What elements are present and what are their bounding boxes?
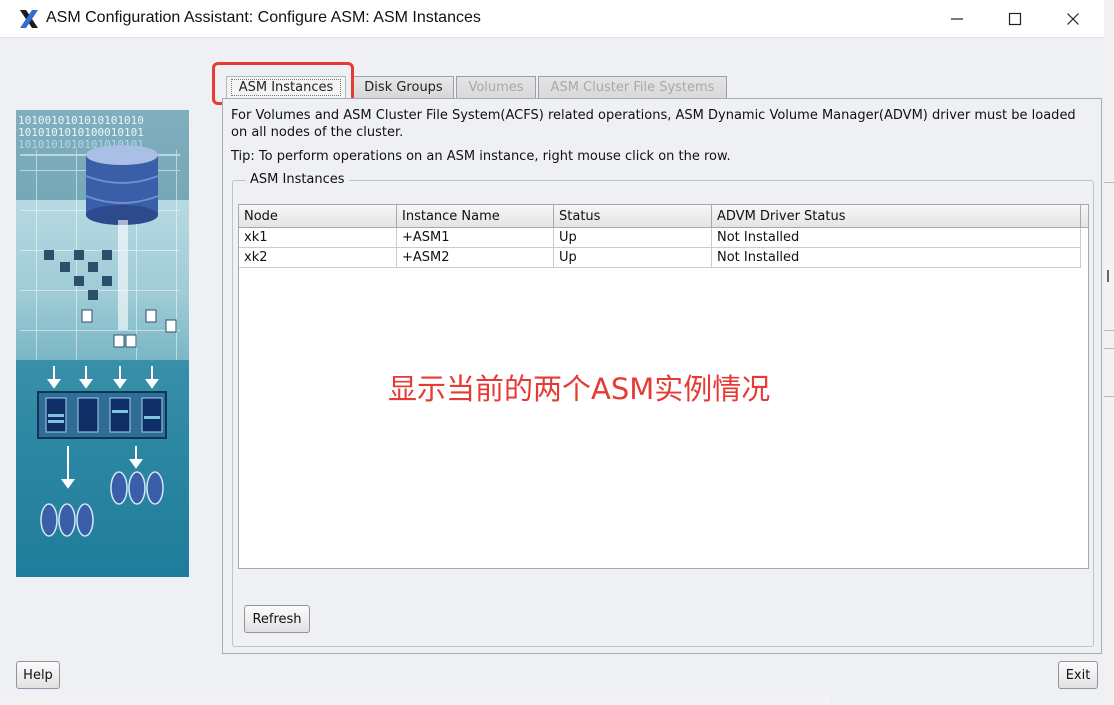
- cell-node: xk2: [239, 248, 397, 267]
- maximize-button[interactable]: [986, 0, 1044, 38]
- help-button[interactable]: Help: [16, 661, 60, 689]
- window-title: ASM Configuration Assistant: Configure A…: [46, 9, 481, 26]
- cell-instance-name: +ASM1: [397, 228, 554, 247]
- column-header-instance-name[interactable]: Instance Name: [397, 205, 554, 228]
- tab-volumes: Volumes: [456, 76, 536, 98]
- cell-node: xk1: [239, 228, 397, 247]
- close-icon: [1067, 13, 1079, 25]
- background-window-edge: [1104, 0, 1114, 705]
- tab-label: Disk Groups: [364, 80, 443, 95]
- tab-label: Volumes: [468, 80, 524, 95]
- column-header-advm-driver-status[interactable]: ADVM Driver Status: [712, 205, 1081, 228]
- cell-instance-name: +ASM2: [397, 248, 554, 267]
- table-row[interactable]: xk2 +ASM2 Up Not Installed: [239, 248, 1081, 268]
- column-header-status[interactable]: Status: [554, 205, 712, 228]
- refresh-button[interactable]: Refresh: [244, 605, 310, 633]
- column-header-node[interactable]: Node: [239, 205, 397, 228]
- table-header: Node Instance Name Status ADVM Driver St…: [239, 205, 1088, 228]
- minimize-icon: [951, 18, 963, 20]
- cell-status: Up: [554, 228, 712, 247]
- background-window-edge-bottom: [0, 697, 830, 705]
- advm-notice-line-1: For Volumes and ASM Cluster File System(…: [231, 108, 1076, 123]
- tip-text: Tip: To perform operations on an ASM ins…: [231, 149, 731, 164]
- title-bar: ASM Configuration Assistant: Configure A…: [0, 0, 1104, 38]
- maximize-icon: [1008, 12, 1022, 26]
- x-logo-icon: [20, 10, 38, 28]
- annotation-text: 显示当前的两个ASM实例情况: [388, 372, 771, 406]
- tab-label: ASM Cluster File Systems: [550, 80, 715, 95]
- side-illustration: 1010010101010101010 1010101010100010101 …: [16, 110, 189, 577]
- cell-status: Up: [554, 248, 712, 267]
- close-button[interactable]: [1044, 0, 1102, 38]
- table-row[interactable]: xk1 +ASM1 Up Not Installed: [239, 228, 1081, 248]
- tab-asm-cluster-file-systems: ASM Cluster File Systems: [538, 76, 727, 98]
- cell-advm-driver-status: Not Installed: [712, 228, 1081, 247]
- group-legend: ASM Instances: [246, 172, 349, 187]
- minimize-button[interactable]: [928, 0, 986, 38]
- advm-notice-line-2: on all nodes of the cluster.: [231, 125, 404, 140]
- asmca-window: ASM Configuration Assistant: Configure A…: [0, 0, 1104, 705]
- storage-illustration-icon: 1010010101010101010 1010101010100010101 …: [16, 110, 189, 577]
- cell-advm-driver-status: Not Installed: [712, 248, 1081, 267]
- exit-button[interactable]: Exit: [1058, 661, 1098, 689]
- tab-disk-groups[interactable]: Disk Groups: [353, 76, 454, 98]
